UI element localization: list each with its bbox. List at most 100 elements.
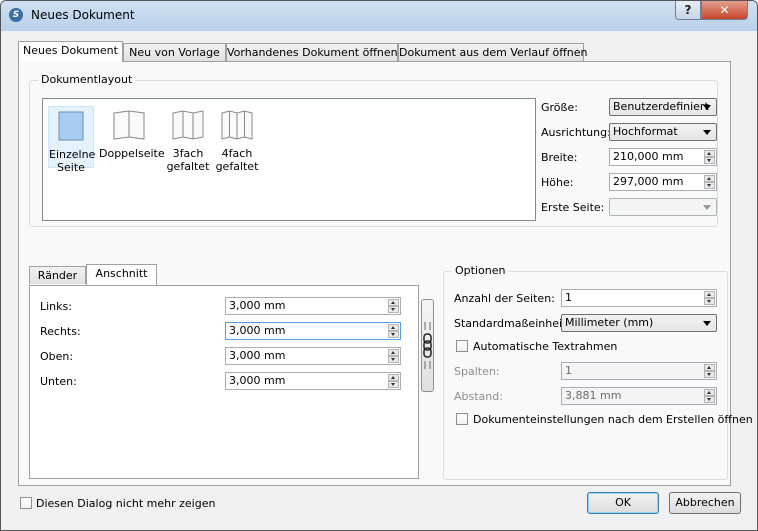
orientation-label: Ausrichtung:: [541, 126, 611, 139]
layout-4fold[interactable]: 4fach gefaltet: [214, 106, 260, 173]
help-button[interactable]: ?: [675, 1, 701, 20]
spin-down-icon[interactable]: [388, 381, 399, 388]
orientation-select[interactable]: Hochformat: [609, 123, 717, 141]
gap-spinbox[interactable]: 3,881 mm: [561, 387, 717, 405]
spin-up-icon[interactable]: [388, 374, 399, 381]
size-select[interactable]: Benutzerdefiniert: [609, 98, 717, 116]
spin-up-icon[interactable]: [704, 175, 715, 182]
layout-3fold-line2: gefaltet: [166, 160, 210, 173]
pages-label: Anzahl der Seiten:: [454, 292, 555, 305]
bleed-top-value: 3,000 mm: [229, 349, 286, 362]
bleed-top-label: Oben:: [40, 350, 74, 363]
spin-up-icon[interactable]: [704, 364, 715, 371]
spin-down-icon[interactable]: [704, 182, 715, 189]
bleed-pane: Links: 3,000 mm Rechts: 3,000 mm Oben: 3…: [29, 285, 419, 479]
auto-frames-checkbox[interactable]: [456, 340, 468, 352]
dont-show-label: Diesen Dialog nicht mehr zeigen: [36, 497, 216, 510]
width-value: 210,000 mm: [613, 150, 684, 163]
tab-open-existing[interactable]: Vorhandenes Dokument öffnen: [226, 43, 398, 61]
bleed-right-value: 3,000 mm: [229, 324, 286, 337]
layout-3fold-line1: 3fach: [172, 147, 204, 160]
tab-new-document[interactable]: Neues Dokument: [18, 41, 123, 62]
bleed-right-spinbox[interactable]: 3,000 mm: [225, 322, 401, 340]
help-icon: ?: [684, 3, 692, 17]
columns-spinbox[interactable]: 1: [561, 362, 717, 380]
first-page-label: Erste Seite:: [541, 201, 605, 214]
4fold-icon: [221, 110, 253, 140]
layout-double-line1: Doppelseite: [99, 147, 165, 160]
spin-down-icon[interactable]: [704, 371, 715, 378]
ok-button[interactable]: OK: [587, 492, 659, 514]
bleed-right-label: Rechts:: [40, 325, 81, 338]
auto-frames-label: Automatische Textrahmen: [473, 340, 618, 353]
layout-single-line1: Einzelne: [49, 148, 96, 161]
pages-spinbox[interactable]: 1: [561, 289, 717, 307]
layout-list: Einzelne Seite Doppelseite 3fach gefalte…: [42, 98, 536, 221]
columns-value: 1: [565, 364, 572, 377]
height-label: Höhe:: [541, 176, 574, 189]
tab-new-from-template[interactable]: Neu von Vorlage: [123, 43, 226, 61]
size-value: Benutzerdefiniert: [613, 100, 709, 113]
open-settings-checkbox[interactable]: [456, 413, 468, 425]
gap-label: Abstand:: [454, 390, 503, 403]
tab-open-recent[interactable]: Dokument aus dem Verlauf öffnen: [398, 43, 588, 61]
spin-down-icon[interactable]: [388, 306, 399, 313]
unit-select[interactable]: Millimeter (mm): [561, 314, 717, 332]
open-settings-label: Dokumenteinstellungen nach dem Erstellen…: [473, 413, 753, 426]
layout-double-page[interactable]: Doppelseite: [99, 106, 165, 168]
bleed-top-spinbox[interactable]: 3,000 mm: [225, 347, 401, 365]
spin-down-icon[interactable]: [704, 157, 715, 164]
close-icon: ✕: [719, 3, 730, 17]
size-label: Größe:: [541, 101, 578, 114]
bleed-left-label: Links:: [40, 300, 72, 313]
spin-up-icon[interactable]: [388, 349, 399, 356]
document-layout-title: Dokumentlayout: [38, 73, 136, 86]
spin-up-icon[interactable]: [388, 299, 399, 306]
width-spinbox[interactable]: 210,000 mm: [609, 148, 717, 166]
new-document-dialog: S Neues Dokument ? ✕ Neues Dokument Neu …: [0, 0, 758, 531]
height-spinbox[interactable]: 297,000 mm: [609, 173, 717, 191]
single-page-icon: [58, 111, 84, 141]
layout-3fold[interactable]: 3fach gefaltet: [165, 106, 211, 173]
first-page-select[interactable]: [609, 198, 717, 216]
bleed-left-spinbox[interactable]: 3,000 mm: [225, 297, 401, 315]
width-label: Breite:: [541, 151, 578, 164]
spin-up-icon[interactable]: [704, 389, 715, 396]
layout-single-page[interactable]: Einzelne Seite: [48, 106, 96, 174]
chevron-down-icon: [703, 130, 711, 135]
gap-value: 3,881 mm: [565, 389, 622, 402]
link-values-button[interactable]: [421, 299, 434, 392]
height-value: 297,000 mm: [613, 175, 684, 188]
bleed-bottom-spinbox[interactable]: 3,000 mm: [225, 372, 401, 390]
spin-down-icon[interactable]: [388, 331, 399, 338]
close-button[interactable]: ✕: [701, 1, 748, 20]
chevron-down-icon: [703, 105, 711, 110]
dont-show-checkbox[interactable]: [20, 497, 32, 509]
window-title: Neues Dokument: [31, 8, 135, 22]
layout-single-line2: Seite: [57, 161, 85, 174]
orientation-value: Hochformat: [613, 125, 678, 138]
scribus-app-icon: S: [9, 8, 23, 22]
tab-margins[interactable]: Ränder: [29, 266, 86, 284]
bleed-left-value: 3,000 mm: [229, 299, 286, 312]
layout-4fold-line2: gefaltet: [215, 160, 259, 173]
cancel-button[interactable]: Abbrechen: [669, 492, 741, 514]
dialog-body: Neues Dokument Neu von Vorlage Vorhanden…: [8, 31, 753, 525]
title-bar: S Neues Dokument ? ✕: [1, 1, 757, 31]
bleed-bottom-value: 3,000 mm: [229, 374, 286, 387]
bleed-bottom-label: Unten:: [40, 375, 77, 388]
columns-label: Spalten:: [454, 365, 500, 378]
options-title: Optionen: [452, 264, 509, 277]
spin-up-icon[interactable]: [388, 324, 399, 331]
spin-up-icon[interactable]: [704, 150, 715, 157]
spin-down-icon[interactable]: [704, 396, 715, 403]
double-page-icon: [113, 110, 145, 140]
spin-down-icon[interactable]: [704, 298, 715, 305]
spin-up-icon[interactable]: [704, 291, 715, 298]
spin-down-icon[interactable]: [388, 356, 399, 363]
document-layout-group: Dokumentlayout Einzelne Seite Doppelseit…: [29, 73, 718, 227]
pages-value: 1: [565, 291, 572, 304]
chain-link-icon: [423, 322, 432, 369]
tab-bleed[interactable]: Anschnitt: [86, 264, 157, 285]
new-document-pane: Dokumentlayout Einzelne Seite Doppelseit…: [18, 61, 753, 486]
